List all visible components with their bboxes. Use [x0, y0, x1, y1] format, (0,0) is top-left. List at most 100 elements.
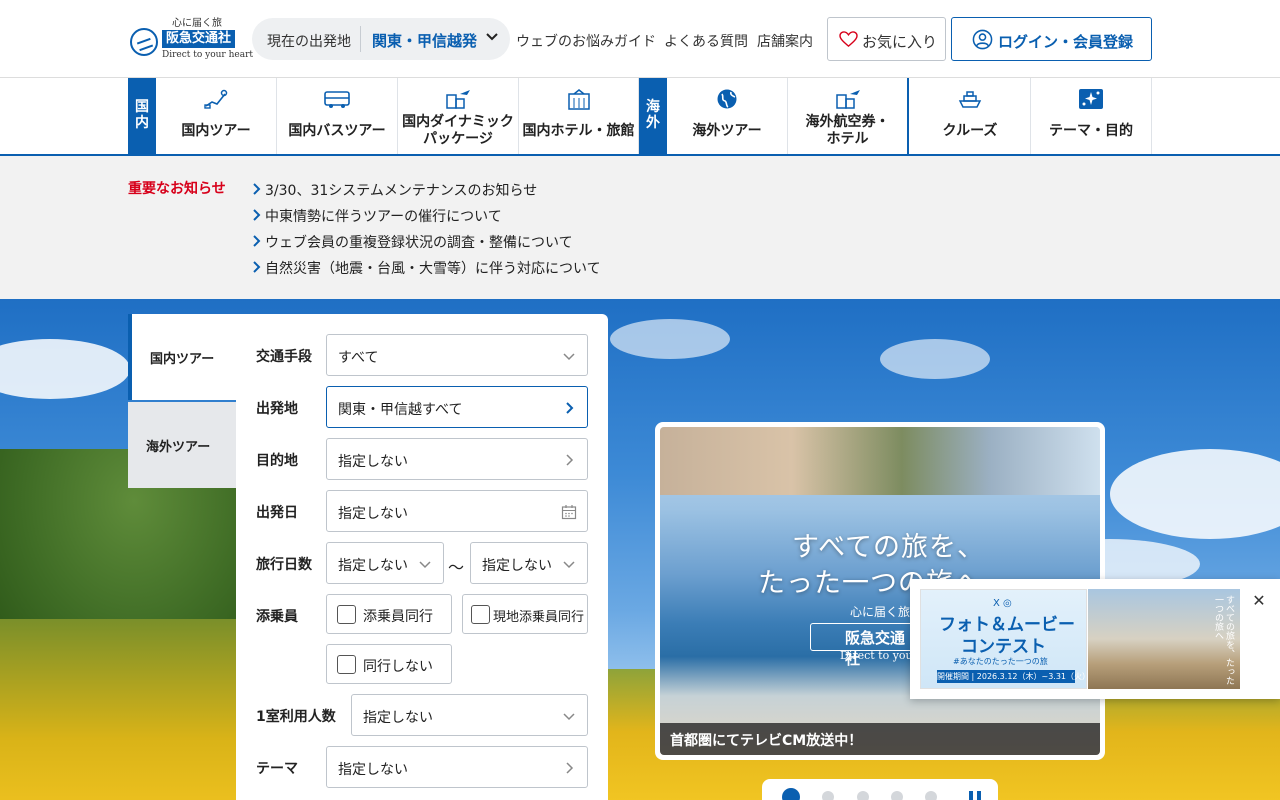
news-item[interactable]: 中東情勢に伴うツアーの催行について: [253, 206, 601, 232]
user-icon: [972, 29, 993, 50]
news-item[interactable]: 自然災害（地震・台風・大雪等）に伴う対応について: [253, 258, 601, 284]
contest-photo[interactable]: すべての旅を、たった一つの旅へ: [1088, 589, 1240, 689]
escort-checkbox[interactable]: 添乗員同行: [326, 594, 452, 634]
carousel-dot[interactable]: [925, 791, 937, 800]
map-icon: [204, 89, 228, 109]
site-header: 心に届く旅 阪急交通社 Direct to your heart 現在の出発地 …: [0, 0, 1280, 78]
banner-slogan: 心に届く旅: [850, 605, 911, 619]
news-item-text: 3/30、31システムメンテナンスのお知らせ: [265, 183, 538, 199]
origin-label: 現在の出発地: [267, 34, 351, 50]
room-select[interactable]: 指定しない: [351, 694, 588, 736]
origin-divider: [360, 26, 361, 52]
nav-domestic-bus[interactable]: 国内バスツアー: [277, 78, 398, 154]
banner-brand: 阪急交通社: [845, 629, 906, 668]
nav-overseas-tag: 海外: [639, 78, 667, 154]
days-from-select[interactable]: 指定しない: [326, 542, 444, 584]
carousel-dot[interactable]: [822, 791, 834, 800]
nav-domestic-hotel[interactable]: 国内ホテル・旅館: [519, 78, 639, 154]
days-to-select[interactable]: 指定しない: [470, 542, 588, 584]
checkbox-icon: [337, 655, 356, 674]
escort-label: 添乗員: [256, 609, 298, 625]
logo-brand: 阪急交通社: [162, 30, 236, 48]
carousel-dot-active[interactable]: [782, 788, 800, 800]
news-item[interactable]: ウェブ会員の重複登録状況の調査・整備について: [253, 232, 601, 258]
theme-field[interactable]: 指定しない: [326, 746, 588, 788]
pause-icon[interactable]: [969, 791, 981, 800]
transport-value: すべて: [338, 350, 379, 366]
nav-label: テーマ・目的: [1049, 123, 1133, 139]
date-value: 指定しない: [338, 506, 408, 522]
departure-field[interactable]: 関東・甲信越すべて: [326, 386, 588, 428]
nav-domestic-tag-text: 国内: [135, 99, 149, 131]
link-faq[interactable]: よくある質問: [664, 31, 748, 51]
chevron-right-icon: [566, 762, 574, 774]
search-panel: 交通手段 すべて 出発地 関東・甲信越すべて 目的地 指定しない 出発日 指定し…: [236, 314, 608, 800]
chevron-right-icon: [566, 454, 574, 466]
news-item-text: 自然災害（地震・台風・大雪等）に伴う対応について: [265, 261, 601, 277]
escort-option-label: 添乗員同行: [363, 609, 433, 625]
carousel-dot[interactable]: [857, 791, 869, 800]
chevron-down-icon: [419, 561, 431, 569]
cloud: [1110, 449, 1280, 539]
days-from-value: 指定しない: [338, 558, 408, 574]
nav-domestic-dp[interactable]: 国内ダイナミック パッケージ: [398, 78, 519, 154]
news-item[interactable]: 3/30、31システムメンテナンスのお知らせ: [253, 180, 601, 206]
banner-caption: 首都圏にてテレビCM放送中！: [670, 733, 863, 749]
logo-sub: Direct to your heart: [162, 50, 254, 60]
plane-building-icon: [446, 90, 470, 109]
nav-domestic-tour[interactable]: 国内ツアー: [156, 78, 277, 154]
destination-value: 指定しない: [338, 454, 408, 470]
destination-field[interactable]: 指定しない: [326, 438, 588, 480]
local-escort-checkbox[interactable]: 現地添乗員同行: [462, 594, 588, 634]
nav-label: 海外航空券・ ホテル: [805, 114, 890, 147]
news-item-text: ウェブ会員の重複登録状況の調査・整備について: [265, 235, 573, 251]
carousel-pagination: [762, 779, 998, 800]
login-button[interactable]: ログイン・会員登録: [951, 17, 1152, 61]
date-field[interactable]: 指定しない: [326, 490, 588, 532]
favorites-button[interactable]: お気に入り: [827, 17, 946, 61]
nav-label: 海外ツアー: [692, 123, 762, 139]
chevron-down-icon: [563, 561, 575, 569]
contest-period: 開催期間 | 2026.3.12（木）~3.31（火）: [937, 670, 1091, 683]
tab-domestic-tour[interactable]: 国内ツアー: [128, 314, 236, 400]
banner-copy-line1: すべての旅を、: [792, 532, 986, 563]
origin-selector[interactable]: 現在の出発地 関東・甲信越発: [252, 18, 510, 60]
site-logo[interactable]: 心に届く旅 阪急交通社 Direct to your heart: [130, 14, 253, 64]
main-nav: 国内 国内ツアー 国内バスツアー 国内ダイナミック パッケージ 国内ホテル・旅館…: [0, 78, 1280, 156]
transport-select[interactable]: すべて: [326, 334, 588, 376]
bus-icon: [324, 91, 350, 108]
link-stores[interactable]: 店舗案内: [757, 31, 813, 51]
nav-label: 国内ホテル・旅館: [522, 123, 635, 139]
origin-value: 関東・甲信越発: [372, 32, 478, 50]
nav-label: 国内バスツアー: [288, 123, 386, 139]
destination-label: 目的地: [256, 453, 298, 469]
tab-overseas-tour[interactable]: 海外ツアー: [128, 402, 236, 488]
escort-option-label: 同行しない: [363, 659, 433, 675]
nav-overseas-tour[interactable]: 海外ツアー: [667, 78, 788, 154]
logo-mark-icon: [130, 28, 158, 56]
favorites-label: お気に入り: [862, 33, 938, 51]
no-escort-checkbox[interactable]: 同行しない: [326, 644, 452, 684]
contest-popup[interactable]: X ◎ フォト＆ムービー コンテスト #あなたのたった一つの旅 開催期間 | 2…: [910, 579, 1280, 699]
globe-icon: [717, 89, 737, 109]
nav-domestic-tag: 国内: [128, 78, 156, 154]
nav-theme[interactable]: テーマ・目的: [1031, 78, 1152, 154]
transport-label: 交通手段: [256, 349, 312, 365]
chevron-down-icon: [486, 33, 498, 41]
chevron-right-icon: [253, 209, 261, 221]
nav-overseas-tag-text: 海外: [646, 99, 660, 131]
escort-option-label: 現地添乗員同行: [493, 610, 585, 625]
plane-building-icon: [835, 90, 860, 109]
logo-tagline: 心に届く旅: [172, 18, 222, 29]
link-web-guide[interactable]: ウェブのお悩みガイド: [516, 31, 656, 51]
days-separator: 〜: [448, 558, 465, 577]
banner-logo: 阪急交通社: [810, 623, 920, 668]
carousel-dot[interactable]: [891, 791, 903, 800]
nav-label: 国内ツアー: [181, 123, 251, 139]
sparkle-icon: [1079, 89, 1103, 109]
chevron-right-icon: [253, 261, 261, 273]
nav-overseas-air-hotel[interactable]: 海外航空券・ ホテル: [788, 78, 909, 154]
close-icon[interactable]: ✕: [1251, 593, 1267, 609]
contest-card[interactable]: X ◎ フォト＆ムービー コンテスト #あなたのたった一つの旅 開催期間 | 2…: [920, 589, 1091, 689]
nav-cruise[interactable]: クルーズ: [910, 78, 1031, 154]
